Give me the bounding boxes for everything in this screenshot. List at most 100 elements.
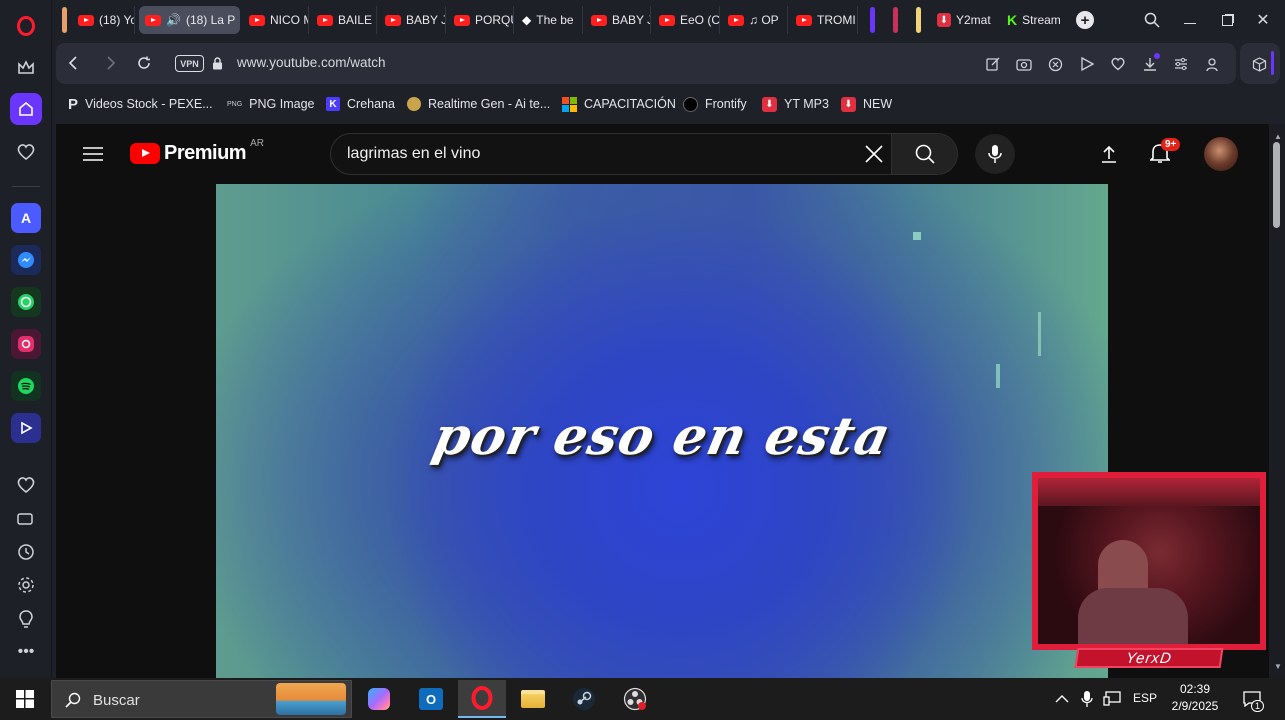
- taskbar-file-explorer[interactable]: [509, 680, 557, 718]
- taskbar-obs[interactable]: [611, 680, 659, 718]
- pinboard-heart-icon[interactable]: [10, 136, 42, 168]
- action-center-icon[interactable]: 1: [1240, 688, 1264, 712]
- tab-11[interactable]: TROMI: [790, 6, 858, 34]
- bookmark-frontify[interactable]: Frontify: [683, 94, 747, 114]
- home-icon[interactable]: [10, 93, 42, 125]
- back-icon[interactable]: [64, 54, 82, 72]
- network-icon[interactable]: [1101, 689, 1123, 709]
- adblock-shield-icon[interactable]: [1046, 55, 1064, 73]
- camera-snapshot-icon[interactable]: [1015, 55, 1033, 73]
- clear-search-icon[interactable]: [863, 144, 885, 164]
- avatar[interactable]: [1204, 137, 1238, 171]
- tab-3[interactable]: NICO M: [243, 6, 309, 34]
- tab-1[interactable]: (18) Yo: [72, 6, 135, 34]
- tab-6[interactable]: PORQU: [448, 6, 514, 34]
- edit-page-icon[interactable]: [984, 55, 1002, 73]
- history-clock-icon[interactable]: [10, 536, 42, 568]
- taskbar-copilot[interactable]: [355, 680, 403, 718]
- menu-hamburger-icon[interactable]: [82, 144, 104, 164]
- more-dots-icon[interactable]: •••: [10, 636, 42, 668]
- favorites-heart-icon[interactable]: [10, 469, 42, 501]
- youtube-icon: [728, 14, 744, 26]
- taskbar-outlook[interactable]: O: [407, 680, 455, 718]
- tab-island-marker: [916, 7, 921, 33]
- tab-8[interactable]: BABY J: [585, 6, 651, 34]
- webcam-ceiling: [1038, 478, 1260, 506]
- bookmark-png-image[interactable]: PNG PNG Image: [227, 94, 314, 114]
- windows-start-icon[interactable]: [14, 688, 36, 710]
- whatsapp-icon[interactable]: [11, 287, 41, 317]
- opera-logo-icon[interactable]: [10, 10, 42, 42]
- upload-icon[interactable]: [1098, 143, 1120, 165]
- tab-4[interactable]: BAILE I: [311, 6, 377, 34]
- minimize-icon[interactable]: [1180, 10, 1200, 30]
- aria-ai-icon[interactable]: A: [11, 203, 41, 233]
- bookmark-capacitacion[interactable]: CAPACITACIÓN: [562, 94, 676, 114]
- pexels-icon: P: [68, 95, 79, 113]
- url-field[interactable]: www.youtube.com/watch: [237, 55, 386, 70]
- clock[interactable]: 02:39 2/9/2025: [1165, 681, 1225, 715]
- page-scrollbar[interactable]: ▲ ▼: [1269, 124, 1285, 678]
- bookmark-heart-icon[interactable]: [1109, 55, 1127, 73]
- restore-icon[interactable]: [1217, 10, 1237, 30]
- tab-7[interactable]: ◆ The be: [516, 6, 583, 34]
- tab-12[interactable]: ⬇ Y2mat: [931, 6, 999, 34]
- tab-10[interactable]: ♫ OP: [722, 6, 788, 34]
- youtube-icon: [659, 14, 675, 26]
- tab-island-marker: [893, 7, 898, 33]
- bookmark-crehana[interactable]: K Crehana: [326, 94, 395, 114]
- bookmark-pexels[interactable]: P Videos Stock - PEXE...: [68, 94, 213, 114]
- video-player[interactable]: por eso en esta: [216, 184, 1108, 678]
- reload-icon[interactable]: [135, 54, 153, 72]
- youtube-logo-icon: [130, 143, 160, 164]
- youtube-icon: [591, 14, 607, 26]
- search-button[interactable]: [891, 134, 957, 174]
- new-tab-plus-icon[interactable]: +: [1076, 11, 1094, 29]
- vpn-badge[interactable]: VPN: [175, 55, 204, 72]
- bookmark-yt-mp3[interactable]: ⬇ YT MP3: [762, 94, 829, 114]
- messenger-icon[interactable]: [11, 245, 41, 275]
- language-indicator[interactable]: ESP: [1133, 691, 1157, 705]
- spotify-icon[interactable]: [11, 371, 41, 401]
- profile-icon[interactable]: [1203, 55, 1221, 73]
- tab-search-icon[interactable]: [1142, 10, 1162, 30]
- youtube-icon: [454, 14, 470, 26]
- scrollbar-thumb[interactable]: [1273, 142, 1280, 228]
- tab-5[interactable]: BABY J: [379, 6, 446, 34]
- tab-2-active[interactable]: 🔊 (18) La P: [139, 6, 240, 34]
- notification-badge: 9+: [1161, 138, 1181, 151]
- voice-search-mic-icon[interactable]: [975, 134, 1015, 174]
- player-icon[interactable]: [11, 413, 41, 443]
- easy-setup-icon[interactable]: [1172, 55, 1190, 73]
- notifications-bell-icon[interactable]: 9+: [1148, 138, 1181, 165]
- crown-icon[interactable]: [10, 52, 42, 84]
- video-noise-speck: [913, 232, 921, 240]
- forward-icon[interactable]: [102, 54, 120, 72]
- show-hidden-icons-chevron-icon[interactable]: [1053, 690, 1071, 708]
- search-input[interactable]: lagrimas en el vino: [347, 145, 480, 163]
- settings-gear-icon[interactable]: [10, 569, 42, 601]
- instagram-icon[interactable]: [11, 329, 41, 359]
- downloads-icon[interactable]: [1141, 53, 1160, 73]
- download-icon: ⬇: [762, 96, 777, 112]
- flow-send-icon[interactable]: [1078, 55, 1096, 73]
- tab-9[interactable]: EeO (C: [653, 6, 720, 34]
- microphone-icon[interactable]: [1078, 689, 1096, 709]
- youtube-premium-logo[interactable]: Premium AR: [130, 138, 264, 165]
- tab-13[interactable]: K Stream: [1001, 6, 1063, 34]
- lock-icon[interactable]: [210, 55, 224, 71]
- bookmark-new[interactable]: ⬇ NEW: [841, 94, 892, 114]
- lightbulb-icon[interactable]: [10, 603, 42, 635]
- search-icon: [914, 144, 936, 164]
- frontify-icon: [683, 96, 698, 112]
- taskbar-steam[interactable]: [560, 680, 608, 718]
- bookmark-realtime-gen[interactable]: Realtime Gen - Ai te...: [407, 94, 550, 114]
- taskbar-opera[interactable]: [458, 680, 506, 718]
- close-window-icon[interactable]: ✕: [1253, 10, 1273, 30]
- youtube-icon: [145, 14, 161, 26]
- tabs-icon[interactable]: [10, 503, 42, 535]
- download-icon: ⬇: [937, 13, 951, 27]
- extensions-button[interactable]: [1240, 43, 1280, 84]
- speaker-icon[interactable]: 🔊: [166, 13, 181, 27]
- taskbar-search-box[interactable]: Buscar: [51, 680, 352, 718]
